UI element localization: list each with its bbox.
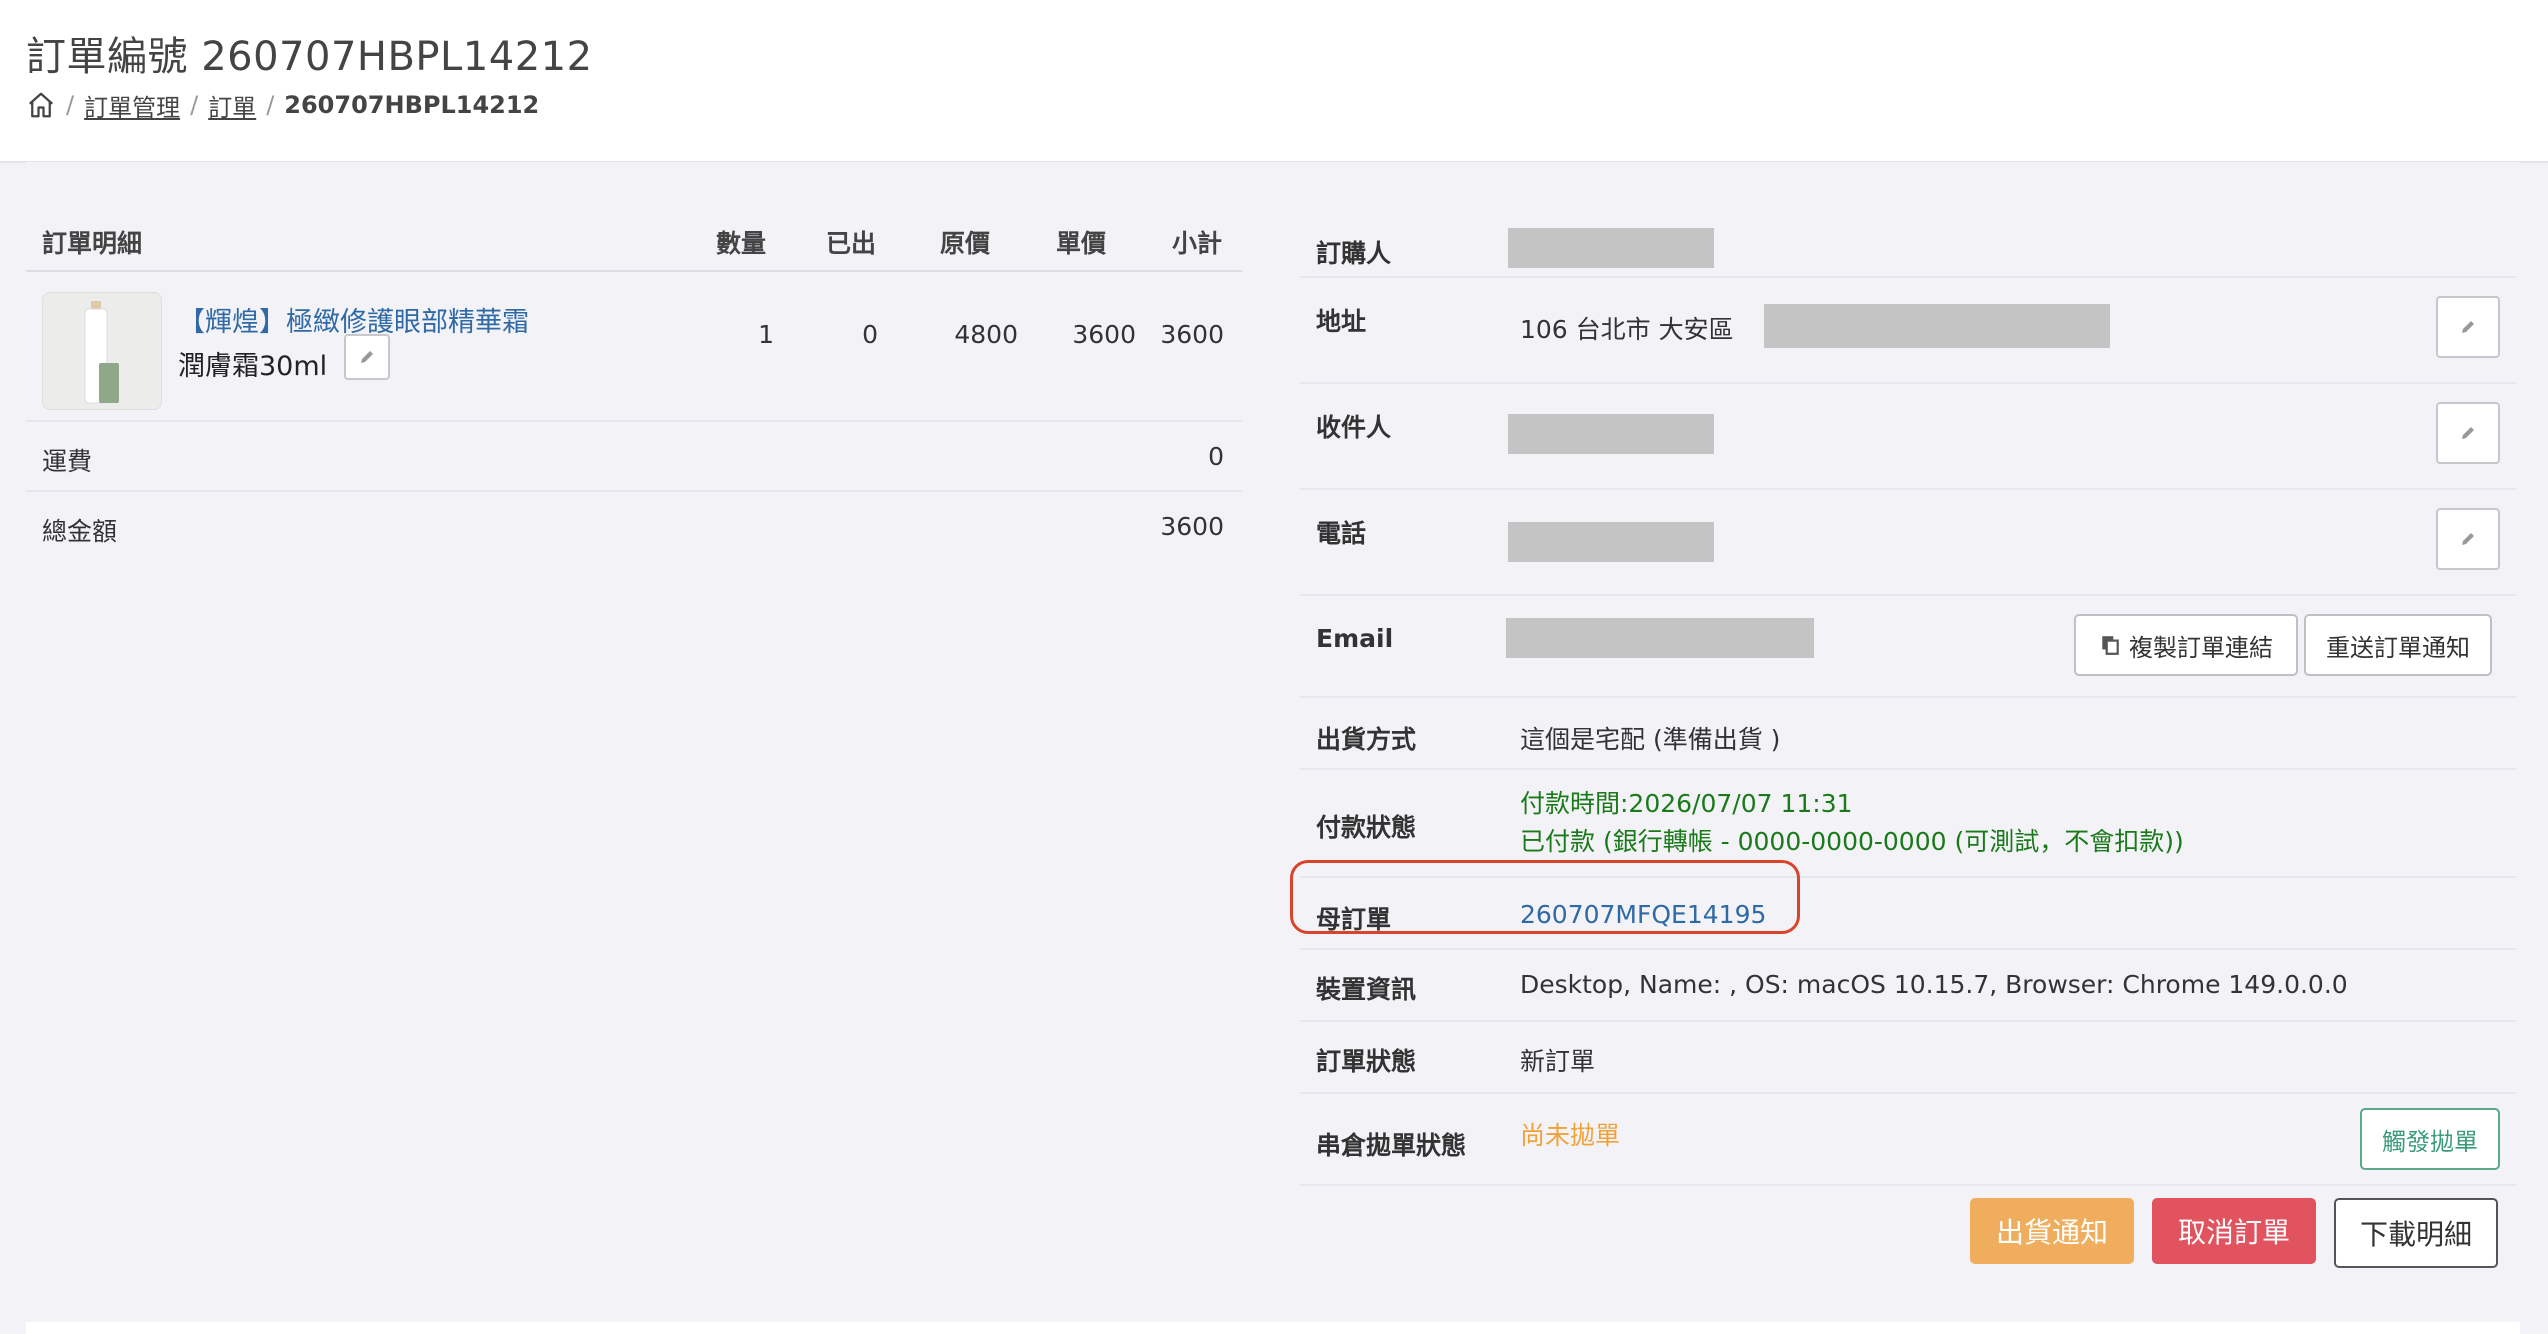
warehouse-status-label: 串倉拋單狀態 bbox=[1316, 1131, 1467, 1160]
payment-detail: 已付款 (銀行轉帳 - 0000-0000-0000 (可測試，不會扣款)) bbox=[1520, 827, 2184, 856]
total-label: 總金額 bbox=[42, 517, 118, 546]
breadcrumb-current: 260707HBPL14212 bbox=[284, 91, 540, 119]
edit-phone-button[interactable] bbox=[2436, 508, 2500, 570]
bottom-panel-edge bbox=[26, 1322, 2520, 1334]
email-redacted bbox=[1506, 618, 1814, 658]
header-item: 訂單明細 bbox=[42, 229, 143, 258]
product-variant: 潤膚霜30ml bbox=[178, 351, 328, 382]
total-value: 3600 bbox=[1160, 512, 1224, 541]
order-status-label: 訂單狀態 bbox=[1316, 1047, 1417, 1076]
phone-row: 電話 bbox=[1300, 490, 2516, 596]
ship-notice-label: 出貨通知 bbox=[1995, 1216, 2108, 1249]
phone-redacted bbox=[1508, 522, 1714, 562]
header-unit-price: 單價 bbox=[1056, 229, 1107, 258]
order-status-value: 新訂單 bbox=[1520, 1047, 1596, 1076]
pencil-icon bbox=[2462, 321, 2474, 333]
address-row: 地址 106 台北市 大安區 bbox=[1300, 278, 2516, 384]
order-status-row: 訂單狀態 新訂單 bbox=[1300, 1022, 2516, 1094]
header-shipped: 已出 bbox=[826, 229, 877, 258]
copy-icon bbox=[2102, 636, 2119, 655]
pencil-icon bbox=[2462, 533, 2474, 545]
pencil-icon bbox=[2462, 427, 2474, 439]
recipient-label: 收件人 bbox=[1316, 413, 1392, 442]
breadcrumb-separator: / bbox=[66, 91, 75, 119]
edit-variant-button[interactable] bbox=[344, 334, 390, 380]
shipping-method-label: 出貨方式 bbox=[1316, 725, 1417, 754]
table-header: 訂單明細 數量 已出 原價 單價 小計 bbox=[26, 214, 1242, 272]
payment-time: 付款時間:2026/07/07 11:31 bbox=[1520, 789, 1853, 818]
total-row: 總金額 3600 bbox=[26, 492, 1242, 560]
warehouse-status-row: 串倉拋單狀態 尚未拋單 觸發拋單 bbox=[1300, 1094, 2516, 1186]
breadcrumb-separator: / bbox=[266, 91, 275, 119]
product-unit-price: 3600 bbox=[1072, 320, 1136, 349]
trigger-warehouse-label: 觸發拋單 bbox=[2382, 1127, 2478, 1156]
parent-order-highlight bbox=[1290, 860, 1800, 934]
trigger-warehouse-button[interactable]: 觸發拋單 bbox=[2360, 1108, 2500, 1170]
breadcrumb-separator: / bbox=[190, 91, 199, 119]
cancel-order-button[interactable]: 取消訂單 bbox=[2152, 1198, 2316, 1264]
edit-address-button[interactable] bbox=[2436, 296, 2500, 358]
edit-recipient-button[interactable] bbox=[2436, 402, 2500, 464]
page-header: 訂單編號 260707HBPL14212 / 訂單管理 / 訂單 / 26070… bbox=[0, 0, 2548, 163]
table-row: 【輝煌】極緻修護眼部精華霜 潤膚霜30ml 1 0 4800 3600 3600 bbox=[26, 272, 1242, 422]
address-value: 106 台北市 大安區 bbox=[1520, 315, 1734, 344]
download-detail-label: 下載明細 bbox=[2359, 1218, 2472, 1251]
warehouse-status-value: 尚未拋單 bbox=[1520, 1121, 1621, 1150]
payment-status-label: 付款狀態 bbox=[1316, 813, 1417, 842]
cancel-order-label: 取消訂單 bbox=[2177, 1216, 2290, 1249]
recipient-row: 收件人 bbox=[1300, 384, 2516, 490]
product-subtotal: 3600 bbox=[1160, 320, 1224, 349]
download-detail-button[interactable]: 下載明細 bbox=[2334, 1198, 2498, 1268]
device-info-row: 裝置資訊 Desktop, Name: , OS: macOS 10.15.7,… bbox=[1300, 950, 2516, 1022]
product-qty: 1 bbox=[758, 320, 774, 349]
email-row: Email 複製訂單連結 重送訂單通知 bbox=[1300, 596, 2516, 698]
shipping-fee-value: 0 bbox=[1208, 442, 1224, 471]
phone-label: 電話 bbox=[1316, 519, 1367, 548]
pencil-icon bbox=[361, 351, 373, 363]
product-thumbnail bbox=[42, 292, 162, 410]
product-original-price: 4800 bbox=[954, 320, 1018, 349]
ship-notice-button[interactable]: 出貨通知 bbox=[1970, 1198, 2134, 1264]
breadcrumb-order-management[interactable]: 訂單管理 bbox=[84, 88, 180, 123]
header-subtotal: 小計 bbox=[1172, 229, 1223, 258]
resend-notification-button[interactable]: 重送訂單通知 bbox=[2304, 614, 2492, 676]
address-label: 地址 bbox=[1316, 307, 1367, 336]
breadcrumb: / 訂單管理 / 訂單 / 260707HBPL14212 bbox=[26, 88, 539, 122]
shipping-fee-row: 運費 0 bbox=[26, 422, 1242, 492]
device-info-label: 裝置資訊 bbox=[1316, 975, 1417, 1004]
email-label: Email bbox=[1316, 624, 1394, 653]
shipping-method-value: 這個是宅配 (準備出貨 ) bbox=[1520, 725, 1781, 754]
main-content: 訂單明細 數量 已出 原價 單價 小計 【輝煌】極緻修護眼部精華霜 潤膚霜30m… bbox=[26, 162, 2520, 1322]
address-redacted bbox=[1764, 304, 2110, 348]
buyer-row: 訂購人 bbox=[1300, 194, 2516, 278]
device-info-value: Desktop, Name: , OS: macOS 10.15.7, Brow… bbox=[1520, 970, 2348, 999]
breadcrumb-orders[interactable]: 訂單 bbox=[208, 88, 256, 123]
page-title: 訂單編號 260707HBPL14212 bbox=[26, 34, 593, 80]
shipping-fee-label: 運費 bbox=[42, 447, 93, 476]
header-original-price: 原價 bbox=[940, 229, 991, 258]
recipient-redacted bbox=[1508, 414, 1714, 454]
resend-notification-label: 重送訂單通知 bbox=[2326, 633, 2470, 662]
buyer-redacted bbox=[1508, 228, 1714, 268]
product-shipped: 0 bbox=[862, 320, 878, 349]
buyer-label: 訂購人 bbox=[1316, 239, 1392, 268]
copy-order-link-label: 複製訂單連結 bbox=[2129, 633, 2273, 662]
home-icon[interactable] bbox=[26, 90, 56, 120]
shipping-method-row: 出貨方式 這個是宅配 (準備出貨 ) bbox=[1300, 698, 2516, 770]
header-qty: 數量 bbox=[716, 229, 767, 258]
copy-order-link-button[interactable]: 複製訂單連結 bbox=[2074, 614, 2298, 676]
